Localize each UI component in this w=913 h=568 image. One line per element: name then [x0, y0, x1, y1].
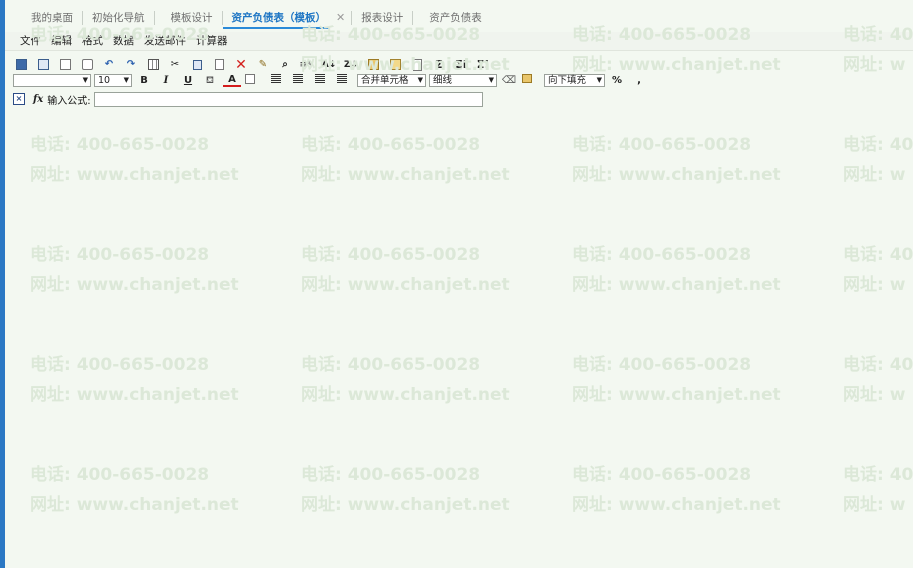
menu-file[interactable]: 文件 [15, 32, 46, 50]
font-color-button[interactable]: A [223, 74, 241, 87]
menu-data[interactable]: 数据 [108, 32, 139, 50]
find-icon[interactable]: ⌕ [277, 58, 293, 72]
watermark-site: 网址: www.chanjet.net [572, 495, 781, 515]
watermark-site: 网址: www.chanjet.net [301, 385, 510, 405]
fill-color-icon[interactable]: ⛾ [201, 74, 219, 88]
menu-bar: 文件 编辑 格式 数据 发送邮件 计算器 [5, 32, 913, 51]
edit-formula-icon[interactable]: ≡✎ [299, 58, 315, 72]
watermark-phone: 电话: 40 [843, 245, 913, 265]
watermark-phone: 电话: 40 [843, 355, 913, 375]
watermark-site: 网址: www.chanjet.net [301, 165, 510, 185]
delete-icon[interactable]: ✕ [233, 58, 249, 72]
copy-icon[interactable] [189, 58, 205, 72]
underline-button[interactable]: U [179, 74, 197, 88]
menu-send-mail[interactable]: 发送邮件 [139, 32, 191, 50]
print-preview-icon[interactable] [57, 58, 73, 72]
formula-input[interactable] [93, 91, 483, 107]
watermark-site: 网址: www.chanjet.net [30, 275, 239, 295]
align-center-icon[interactable] [289, 73, 307, 88]
watermark-phone: 电话: 400-665-0028 [301, 465, 481, 485]
eraser-icon[interactable]: ⌫ [500, 74, 518, 88]
toolbar-row-2: ▼ 10 ▼ B I U ⛾ A 合并单元格 ▼ 细线 ▼ ⌫ 向下填充 ▼ % , [13, 73, 652, 88]
watermark-phone: 电话: 400-665-0028 [572, 135, 752, 155]
watermark-site: 网址: www.chanjet.net [572, 275, 781, 295]
watermark-phone: 电话: 400-665-0028 [30, 355, 210, 375]
formula-label: 输入公式: [47, 95, 91, 107]
cut-icon[interactable]: ✂ [167, 58, 183, 72]
watermark-site: 网址: www.chanjet.net [30, 495, 239, 515]
wrap-text-icon[interactable] [333, 73, 351, 88]
watermark-phone: 电话: 400-665-0028 [301, 135, 481, 155]
undo-icon[interactable]: ↶ [101, 58, 117, 72]
border-icon[interactable] [245, 73, 263, 88]
watermark-phone: 电话: 40 [843, 465, 913, 485]
watermark-site: 网址: www.chanjet.net [301, 275, 510, 295]
formula-bar: × fx 输入公式: [13, 91, 483, 107]
thousands-separator-button[interactable]: , [630, 74, 648, 88]
clipboard-icon[interactable] [365, 58, 381, 72]
sort-desc-icon[interactable]: Z↓ [343, 58, 359, 72]
align-right-icon[interactable] [311, 73, 329, 88]
watermark-site: 网址: w [843, 275, 906, 295]
watermark-site: 网址: www.chanjet.net [301, 495, 510, 515]
watermark-site: 网址: w [843, 495, 906, 515]
merge-cells-select[interactable]: 合并单元格 ▼ [357, 74, 426, 87]
menu-edit[interactable]: 编辑 [46, 32, 77, 50]
italic-button[interactable]: I [157, 74, 175, 88]
fill-direction-select[interactable]: 向下填充 ▼ [544, 74, 605, 87]
report-designer: 我的桌面 初始化导航 模板设计 资产负债表（模板） ✕ 报表设计 资产负债表 文… [5, 0, 913, 568]
sum-icon[interactable]: Σ [431, 58, 447, 72]
watermark-site: 网址: www.chanjet.net [572, 165, 781, 185]
watermark-site: 网址: w [843, 55, 906, 75]
tab-report-design[interactable]: 报表设计 [352, 8, 412, 28]
paste-icon[interactable] [211, 58, 227, 72]
watermark-phone: 电话: 400-665-0028 [572, 465, 752, 485]
tab-init-navigation[interactable]: 初始化导航 [83, 8, 154, 28]
font-family-select[interactable]: ▼ [13, 74, 91, 87]
tab-balance-sheet-template[interactable]: 资产负债表（模板） [222, 8, 331, 29]
tab-my-desktop[interactable]: 我的桌面 [5, 8, 82, 28]
watermark-phone: 电话: 400-665-0028 [30, 245, 210, 265]
tab-close-icon[interactable]: ✕ [330, 8, 351, 28]
paste-special-icon[interactable] [387, 58, 403, 72]
redo-icon[interactable]: ↷ [123, 58, 139, 72]
bold-button[interactable]: B [135, 74, 153, 88]
document-icon[interactable] [409, 58, 425, 72]
watermark-site: 网址: w [843, 165, 906, 185]
fill-paint-icon[interactable] [522, 73, 540, 88]
watermark-site: 网址: w [843, 385, 906, 405]
formula-cancel-icon[interactable]: × [13, 93, 25, 105]
watermark-phone: 电话: 400-665-0028 [30, 465, 210, 485]
sum-row-icon[interactable]: Σ! [475, 58, 491, 72]
toolbar-row-1: ↶ ↷ ✂ ✕ ✎ ⌕ ≡✎ A↓ Z↓ Σ ΣI Σ! [13, 57, 497, 72]
sort-asc-icon[interactable]: A↓ [321, 58, 337, 72]
tab-balance-sheet[interactable]: 资产负债表 [413, 8, 491, 28]
save-as-icon[interactable] [35, 58, 51, 72]
watermark-phone: 电话: 400-665-0028 [301, 355, 481, 375]
watermark-site: 网址: www.chanjet.net [572, 55, 781, 75]
table-icon[interactable] [145, 58, 161, 72]
watermark-phone: 电话: 400-665-0028 [301, 245, 481, 265]
font-size-select[interactable]: 10 ▼ [94, 74, 132, 87]
print-icon[interactable] [79, 58, 95, 72]
border-style-select[interactable]: 细线 ▼ [429, 74, 497, 87]
watermark-site: 网址: www.chanjet.net [572, 385, 781, 405]
watermark-phone: 电话: 40 [843, 135, 913, 155]
watermark-phone: 电话: 400-665-0028 [572, 245, 752, 265]
watermark-site: 网址: www.chanjet.net [30, 385, 239, 405]
menu-calculator[interactable]: 计算器 [191, 32, 233, 50]
menu-format[interactable]: 格式 [77, 32, 108, 50]
watermark-site: 网址: www.chanjet.net [30, 165, 239, 185]
tab-template-design[interactable]: 模板设计 [155, 8, 222, 28]
watermark-phone: 电话: 400-665-0028 [30, 135, 210, 155]
watermark-phone: 电话: 400-665-0028 [572, 355, 752, 375]
align-left-icon[interactable] [267, 73, 285, 88]
tab-bar: 我的桌面 初始化导航 模板设计 资产负债表（模板） ✕ 报表设计 资产负债表 [5, 8, 913, 30]
percent-format-button[interactable]: % [608, 74, 626, 88]
fx-icon: fx [33, 93, 44, 105]
format-painter-icon[interactable]: ✎ [255, 58, 271, 72]
save-icon[interactable] [13, 58, 29, 72]
sum-column-icon[interactable]: ΣI [453, 58, 469, 72]
